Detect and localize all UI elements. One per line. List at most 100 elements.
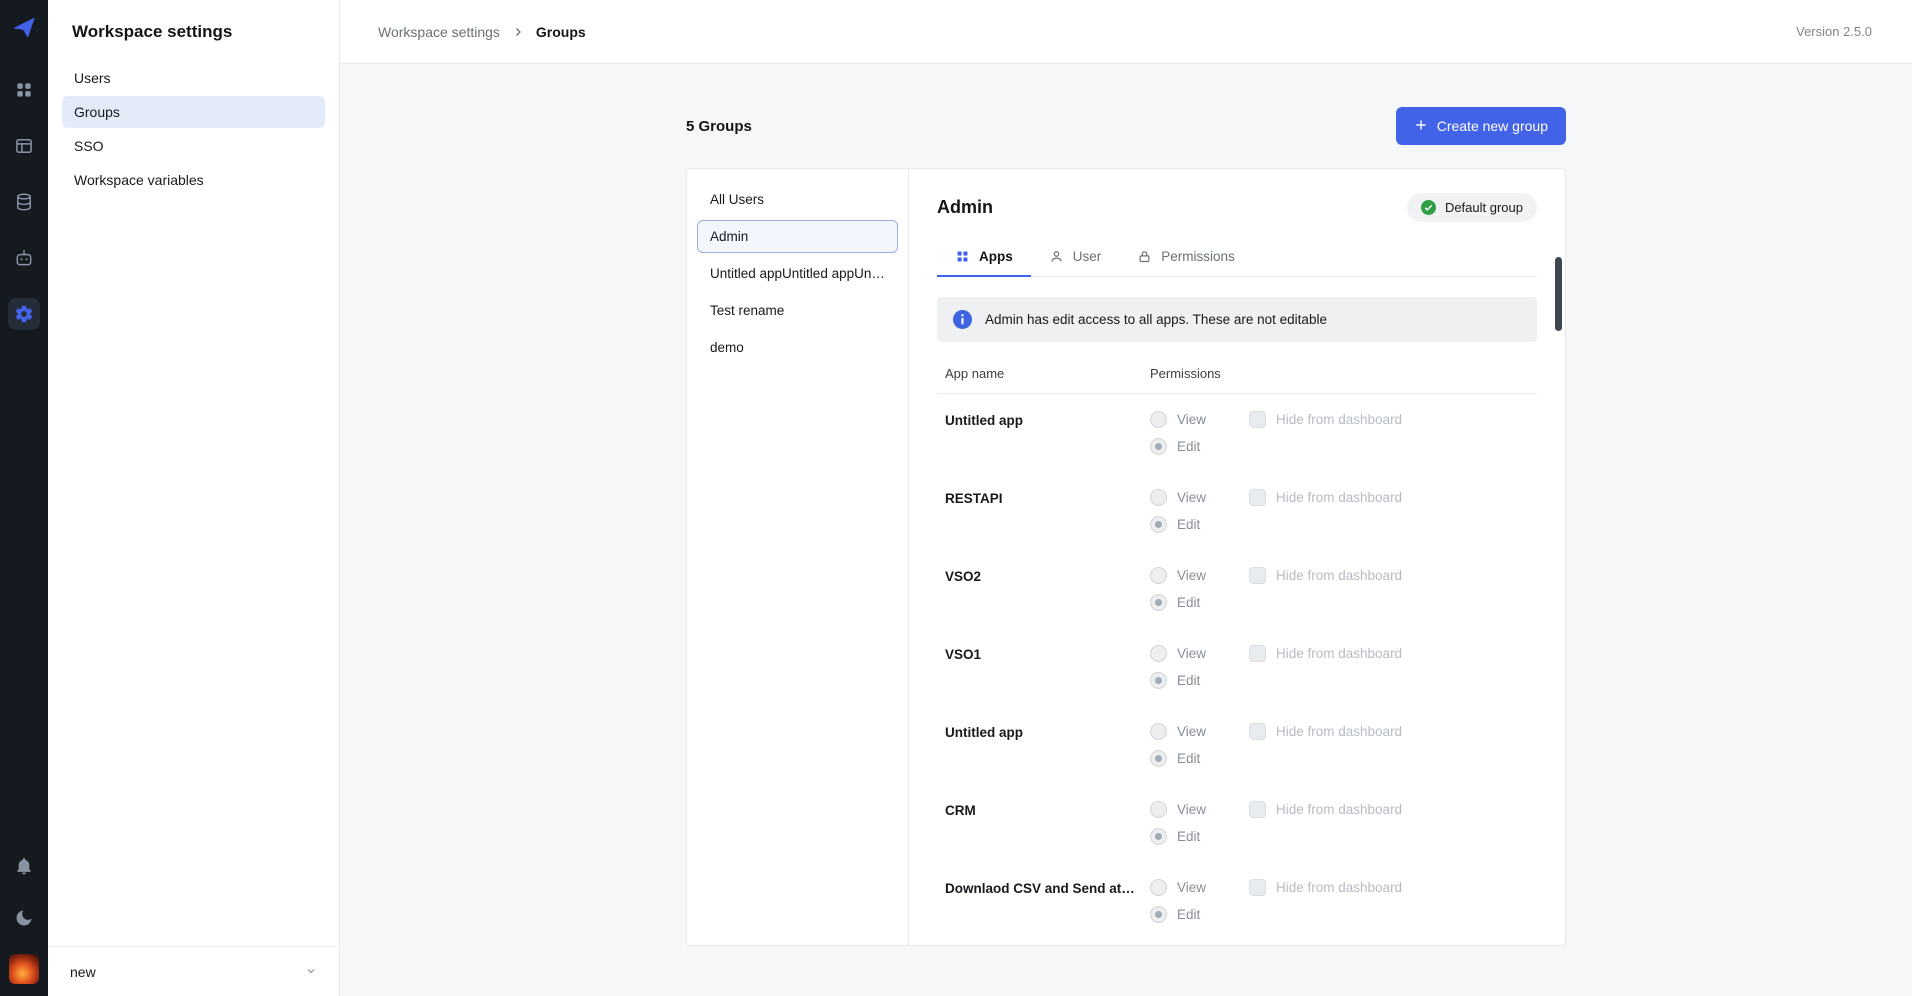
view-radio[interactable]	[1150, 723, 1167, 740]
sidebar-item-users[interactable]: Users	[62, 62, 325, 94]
view-radio[interactable]	[1150, 489, 1167, 506]
edit-radio[interactable]	[1150, 750, 1167, 767]
permissions-cell: ViewHide from dashboardEdit	[1150, 411, 1402, 455]
view-label: View	[1177, 802, 1209, 817]
hide-from-dashboard-label: Hide from dashboard	[1276, 802, 1402, 817]
edit-radio[interactable]	[1150, 672, 1167, 689]
hide-from-dashboard-checkbox[interactable]	[1249, 723, 1266, 740]
tab-user[interactable]: User	[1031, 239, 1120, 277]
permissions-cell: ViewHide from dashboardEdit	[1150, 723, 1402, 767]
edit-radio[interactable]	[1150, 438, 1167, 455]
chevron-right-icon	[512, 26, 524, 38]
hide-from-dashboard-label: Hide from dashboard	[1276, 568, 1402, 583]
check-circle-icon	[1421, 200, 1436, 215]
app-name: Untitled app	[945, 411, 1150, 455]
group-name: All Users	[710, 192, 885, 207]
sidebar-item-groups[interactable]: Groups	[62, 96, 325, 128]
user-tab-icon	[1049, 249, 1064, 264]
edit-label: Edit	[1177, 829, 1209, 844]
default-group-badge: Default group	[1407, 193, 1537, 222]
marketplace-icon[interactable]	[8, 242, 40, 274]
group-name: Test rename	[710, 303, 885, 318]
sidebar-title: Workspace settings	[48, 0, 339, 62]
main-area: Workspace settings Groups Version 2.5.0 …	[340, 0, 1912, 996]
hide-from-dashboard-checkbox[interactable]	[1249, 801, 1266, 818]
groups-card: All UsersAdminUntitled appUntitled appUn…	[686, 168, 1566, 946]
hide-from-dashboard-group: Hide from dashboard	[1249, 879, 1402, 896]
edit-radio[interactable]	[1150, 594, 1167, 611]
edit-radio[interactable]	[1150, 906, 1167, 923]
app-permission-row: Untitled appViewHide from dashboardEdit	[937, 706, 1537, 784]
view-radio[interactable]	[1150, 879, 1167, 896]
view-label: View	[1177, 880, 1209, 895]
tooljet-logo[interactable]	[11, 14, 37, 40]
app-permission-row: VSO1ViewHide from dashboardEdit	[937, 628, 1537, 706]
edit-radio[interactable]	[1150, 516, 1167, 533]
view-radio[interactable]	[1150, 411, 1167, 428]
view-radio[interactable]	[1150, 645, 1167, 662]
edit-radio[interactable]	[1150, 828, 1167, 845]
group-detail-header: Admin Default group	[937, 191, 1537, 223]
hide-from-dashboard-group: Hide from dashboard	[1249, 489, 1402, 506]
breadcrumb-root[interactable]: Workspace settings	[378, 24, 500, 40]
settings-icon[interactable]	[8, 298, 40, 330]
apps-table-body: Untitled appViewHide from dashboardEditR…	[937, 394, 1537, 940]
app-permission-row: CRMViewHide from dashboardEdit	[937, 784, 1537, 862]
hide-from-dashboard-label: Hide from dashboard	[1276, 724, 1402, 739]
edit-label: Edit	[1177, 595, 1209, 610]
hide-from-dashboard-checkbox[interactable]	[1249, 489, 1266, 506]
create-new-group-label: Create new group	[1437, 118, 1548, 134]
group-list-item[interactable]: Untitled appUntitled appUntitle...	[697, 257, 898, 290]
breadcrumb: Workspace settings Groups	[378, 24, 586, 40]
edit-label: Edit	[1177, 907, 1209, 922]
hide-from-dashboard-label: Hide from dashboard	[1276, 412, 1402, 427]
hide-from-dashboard-checkbox[interactable]	[1249, 879, 1266, 896]
group-list-item[interactable]: demo	[697, 331, 898, 364]
hide-from-dashboard-group: Hide from dashboard	[1249, 567, 1402, 584]
content: 5 Groups Create new group All Users Admin…	[340, 64, 1912, 996]
create-new-group-button[interactable]: Create new group	[1396, 107, 1566, 145]
group-list-item[interactable]: All Users	[697, 183, 898, 216]
app-permission-row: VSO2 View Hide from dashboard Edit	[937, 550, 1537, 628]
group-name: demo	[710, 340, 885, 355]
permissions-cell: ViewHide from dashboardEdit	[1150, 645, 1402, 689]
tab-apps[interactable]: Apps	[937, 239, 1031, 277]
tab-permissions[interactable]: Permissions	[1119, 239, 1253, 277]
default-group-label: Default group	[1445, 200, 1523, 215]
app-name: VSO2	[945, 567, 1150, 611]
hide-from-dashboard-label: Hide from dashboard	[1276, 646, 1402, 661]
view-radio[interactable]	[1150, 801, 1167, 818]
workspace-name: new	[70, 964, 96, 980]
user-avatar[interactable]	[9, 954, 39, 984]
theme-toggle-icon[interactable]	[8, 902, 40, 934]
app-name: RESTAPI	[945, 489, 1150, 533]
sidebar-item-workspace-variables[interactable]: Workspace variables	[62, 164, 325, 196]
group-title: Admin	[937, 197, 993, 218]
info-banner: Admin has edit access to all apps. These…	[937, 297, 1537, 342]
group-list-item[interactable]: Admin	[697, 220, 898, 253]
view-radio[interactable]	[1150, 567, 1167, 584]
groups-count: 5 Groups	[686, 118, 752, 135]
notifications-icon[interactable]	[8, 850, 40, 882]
groups-header: 5 Groups Create new group	[686, 106, 1566, 146]
hide-from-dashboard-checkbox[interactable]	[1249, 567, 1266, 584]
apps-icon[interactable]	[8, 74, 40, 106]
view-label: View	[1177, 490, 1209, 505]
view-label: View	[1177, 568, 1209, 583]
sidebar-item-sso[interactable]: SSO	[62, 130, 325, 162]
tables-icon[interactable]	[8, 130, 40, 162]
rail-nav	[8, 74, 40, 330]
group-list-item[interactable]: Test rename	[697, 294, 898, 327]
rail-bottom	[8, 850, 40, 984]
edit-label: Edit	[1177, 751, 1209, 766]
datasources-icon[interactable]	[8, 186, 40, 218]
app-permission-row: Downlaod CSV and Send attac...ViewHide f…	[937, 862, 1537, 940]
apps-table-header: App name Permissions	[937, 360, 1537, 394]
workspace-switcher[interactable]: new	[48, 946, 339, 996]
hide-from-dashboard-checkbox[interactable]	[1249, 645, 1266, 662]
hide-from-dashboard-checkbox[interactable]	[1249, 411, 1266, 428]
version-label: Version 2.5.0	[1796, 24, 1872, 39]
scrollbar-thumb[interactable]	[1555, 257, 1562, 331]
app-name: Untitled app	[945, 723, 1150, 767]
sidebar-menu: UsersGroupsSSOWorkspace variables	[48, 62, 339, 196]
